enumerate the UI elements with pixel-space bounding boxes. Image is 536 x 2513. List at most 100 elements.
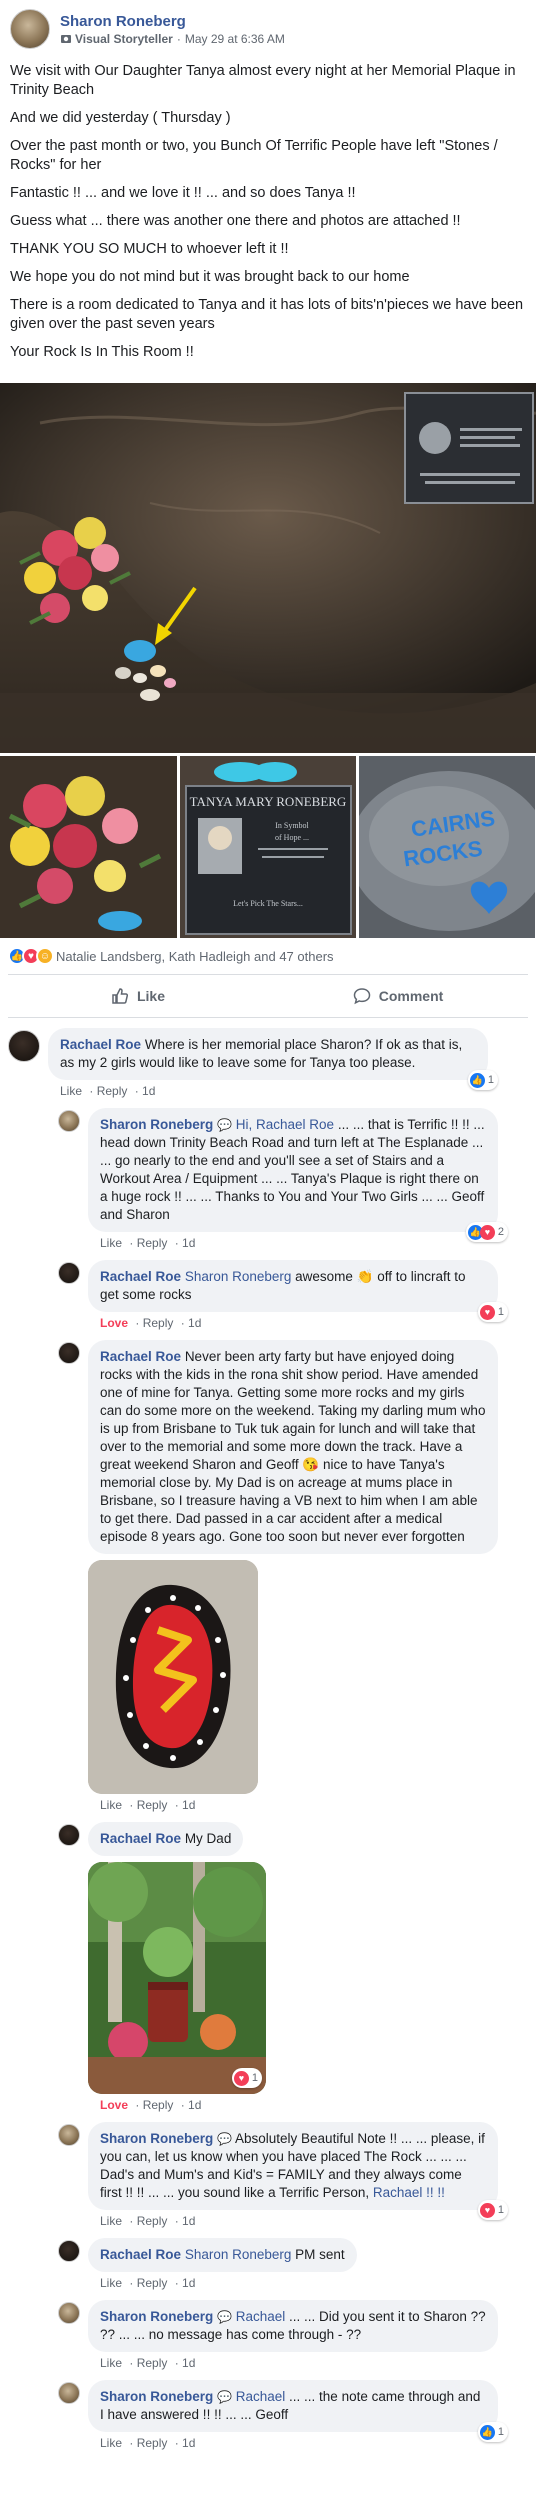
comment-author[interactable]: Sharon Roneberg — [100, 2309, 213, 2324]
reactions-bar[interactable]: 👍 ♥ ☺ Natalie Landsberg, Kath Hadleigh a… — [0, 938, 536, 974]
commenter-avatar[interactable] — [58, 2124, 80, 2146]
plaque-name: TANYA MARY RONEBERG — [189, 794, 346, 809]
comment-mention[interactable]: Hi, Rachael Roe — [236, 1117, 334, 1132]
author-badge[interactable]: Visual Storyteller — [75, 32, 173, 46]
comment-reaction-badge[interactable]: 👍 1 — [467, 1070, 498, 1090]
post-paragraph: And we did yesterday ( Thursday ) — [10, 110, 231, 126]
comment-actions: Like · Reply · 1d — [60, 1084, 156, 1098]
commenter-avatar[interactable] — [58, 1110, 80, 1132]
comment-like-link[interactable]: Like — [100, 2356, 122, 2370]
comment-reply-link[interactable]: Reply — [143, 2098, 174, 2112]
comment-time[interactable]: 1d — [142, 1084, 155, 1098]
comment-mention[interactable]: Rachael — [236, 2309, 286, 2324]
comment-mention[interactable]: Sharon Roneberg — [185, 1269, 292, 1284]
messenger-icon: 💬 — [217, 2132, 232, 2146]
post-header: Sharon Roneberg Visual Storyteller · May… — [0, 0, 536, 56]
comment-reply-link[interactable]: Reply — [137, 1798, 168, 1812]
like-reaction-icon: 👍 — [479, 2424, 495, 2440]
comment-time[interactable]: 1d — [182, 2276, 195, 2290]
like-button[interactable]: Like — [8, 975, 268, 1017]
commenter-avatar[interactable] — [58, 1824, 80, 1846]
comment-reply-link[interactable]: Reply — [97, 1084, 128, 1098]
commenter-avatar[interactable] — [58, 1342, 80, 1364]
comment-author[interactable]: Sharon Roneberg — [100, 1117, 213, 1132]
comment-main: Rachael Roe Sharon Roneberg awesome 👏 of… — [88, 1260, 508, 1330]
comment-bubble-icon — [353, 988, 370, 1005]
garden-photo[interactable]: ♥ 1 — [88, 1862, 266, 2094]
post-body: We visit with Our Daughter Tanya almost … — [0, 56, 536, 377]
comment-author[interactable]: Rachael Roe — [100, 1269, 181, 1284]
comment-author[interactable]: Rachael Roe — [100, 1349, 181, 1364]
comment-reply: Sharon Roneberg 💬 Absolutely Beautiful N… — [58, 2122, 528, 2228]
comment-reaction-badge[interactable]: ♥ 1 — [231, 2068, 262, 2088]
comment-actions: Like · Reply · 1d — [100, 1798, 196, 1812]
comment-like-link[interactable]: Like — [100, 2276, 122, 2290]
comment-like-link[interactable]: Like — [100, 1236, 122, 1250]
painted-rock-photo[interactable] — [88, 1560, 258, 1794]
cairns-rocks-photo[interactable]: CAIRNS ROCKS — [359, 756, 536, 938]
comment-reply: Sharon Roneberg 💬 Hi, Rachael Roe ... ..… — [58, 1108, 528, 1250]
comment-time[interactable]: 1d — [188, 2098, 201, 2112]
comment-reaction-badge[interactable]: 👍 ♥ 2 — [465, 1222, 508, 1242]
comment-bubble: Rachael Roe Sharon Roneberg PM sent — [88, 2238, 357, 2272]
commenter-avatar[interactable] — [58, 2302, 80, 2324]
comment-text: PM sent — [295, 2247, 345, 2262]
comment-reply-link[interactable]: Reply — [143, 1316, 174, 1330]
comment-reply-link[interactable]: Reply — [137, 2436, 168, 2450]
comment-love-link[interactable]: Love — [100, 1316, 128, 1330]
author-avatar[interactable] — [10, 9, 50, 49]
comment-reply: Sharon Roneberg 💬 Rachael ... ... the no… — [58, 2380, 528, 2450]
comment-like-link[interactable]: Like — [100, 2436, 122, 2450]
comment-author[interactable]: Sharon Roneberg — [100, 2389, 213, 2404]
comment-time[interactable]: 1d — [182, 1236, 195, 1250]
comment-like-link[interactable]: Like — [100, 2214, 122, 2228]
comment-reply-link[interactable]: Reply — [137, 2276, 168, 2290]
comment-author[interactable]: Sharon Roneberg — [100, 2131, 213, 2146]
comment-reaction-badge[interactable]: ♥ 1 — [477, 1302, 508, 1322]
comment-time[interactable]: 1d — [182, 2356, 195, 2370]
post-paragraph: Fantastic !! ... and we love it !! ... a… — [10, 185, 356, 201]
painted-rock-image — [88, 1560, 258, 1794]
thumbs-up-icon — [112, 988, 129, 1004]
post-timestamp[interactable]: May 29 at 6:36 AM — [185, 32, 285, 46]
commenter-avatar[interactable] — [58, 2382, 80, 2404]
comment-reply-link[interactable]: Reply — [137, 1236, 168, 1250]
post-author-name[interactable]: Sharon Roneberg — [60, 13, 285, 30]
commenter-avatar[interactable] — [58, 1262, 80, 1284]
comment-mention[interactable]: Rachael !! !! — [373, 2185, 445, 2200]
comment-reply: Rachael Roe Sharon Roneberg awesome 👏 of… — [58, 1260, 528, 1330]
comment-author[interactable]: Rachael Roe — [100, 1831, 181, 1846]
flowers-photo[interactable] — [0, 756, 177, 938]
comment-reaction-badge[interactable]: ♥ 1 — [477, 2200, 508, 2220]
comment-time[interactable]: 1d — [182, 1798, 195, 1812]
comment-mention[interactable]: Sharon Roneberg — [185, 2247, 292, 2262]
comment-love-link[interactable]: Love — [100, 2098, 128, 2112]
comment-reply-link[interactable]: Reply — [137, 2356, 168, 2370]
comment-like-link[interactable]: Like — [60, 1084, 82, 1098]
comment-time[interactable]: 1d — [182, 2436, 195, 2450]
comment-button[interactable]: Comment — [268, 975, 528, 1017]
comment-text: ... ... that is Terrific !! !! ... head … — [100, 1117, 485, 1222]
comment-main: Sharon Roneberg 💬 Hi, Rachael Roe ... ..… — [88, 1108, 508, 1250]
post-paragraph: Your Rock Is In This Room !! — [10, 344, 194, 360]
comment-like-link[interactable]: Like — [100, 1798, 122, 1812]
messenger-icon: 💬 — [217, 1118, 232, 1132]
comment-time[interactable]: 1d — [188, 1316, 201, 1330]
reaction-count: 1 — [497, 1306, 504, 1318]
plaque-line2: of Hope ... — [275, 833, 309, 842]
comment-mention[interactable]: Rachael — [236, 2389, 286, 2404]
reaction-icons: 👍 ♥ ☺ — [8, 947, 54, 965]
comment-reply-link[interactable]: Reply — [137, 2214, 168, 2228]
commenter-avatar[interactable] — [58, 2240, 80, 2262]
reactions-summary[interactable]: Natalie Landsberg, Kath Hadleigh and 47 … — [56, 949, 334, 964]
comment-time[interactable]: 1d — [182, 2214, 195, 2228]
commenter-avatar[interactable] — [8, 1030, 40, 1062]
main-memorial-photo[interactable] — [0, 383, 536, 753]
comment-author[interactable]: Rachael Roe — [60, 1037, 141, 1052]
photo-row: TANYA MARY RONEBERG In Symbol of Hope ..… — [0, 756, 536, 938]
comment-author[interactable]: Rachael Roe — [100, 2247, 181, 2262]
comment-reaction-badge[interactable]: 👍 1 — [477, 2422, 508, 2442]
plaque-photo[interactable]: TANYA MARY RONEBERG In Symbol of Hope ..… — [179, 756, 357, 938]
like-reaction-icon: 👍 — [469, 1072, 485, 1088]
comment-bubble: Rachael Roe Where is her memorial place … — [48, 1028, 498, 1090]
